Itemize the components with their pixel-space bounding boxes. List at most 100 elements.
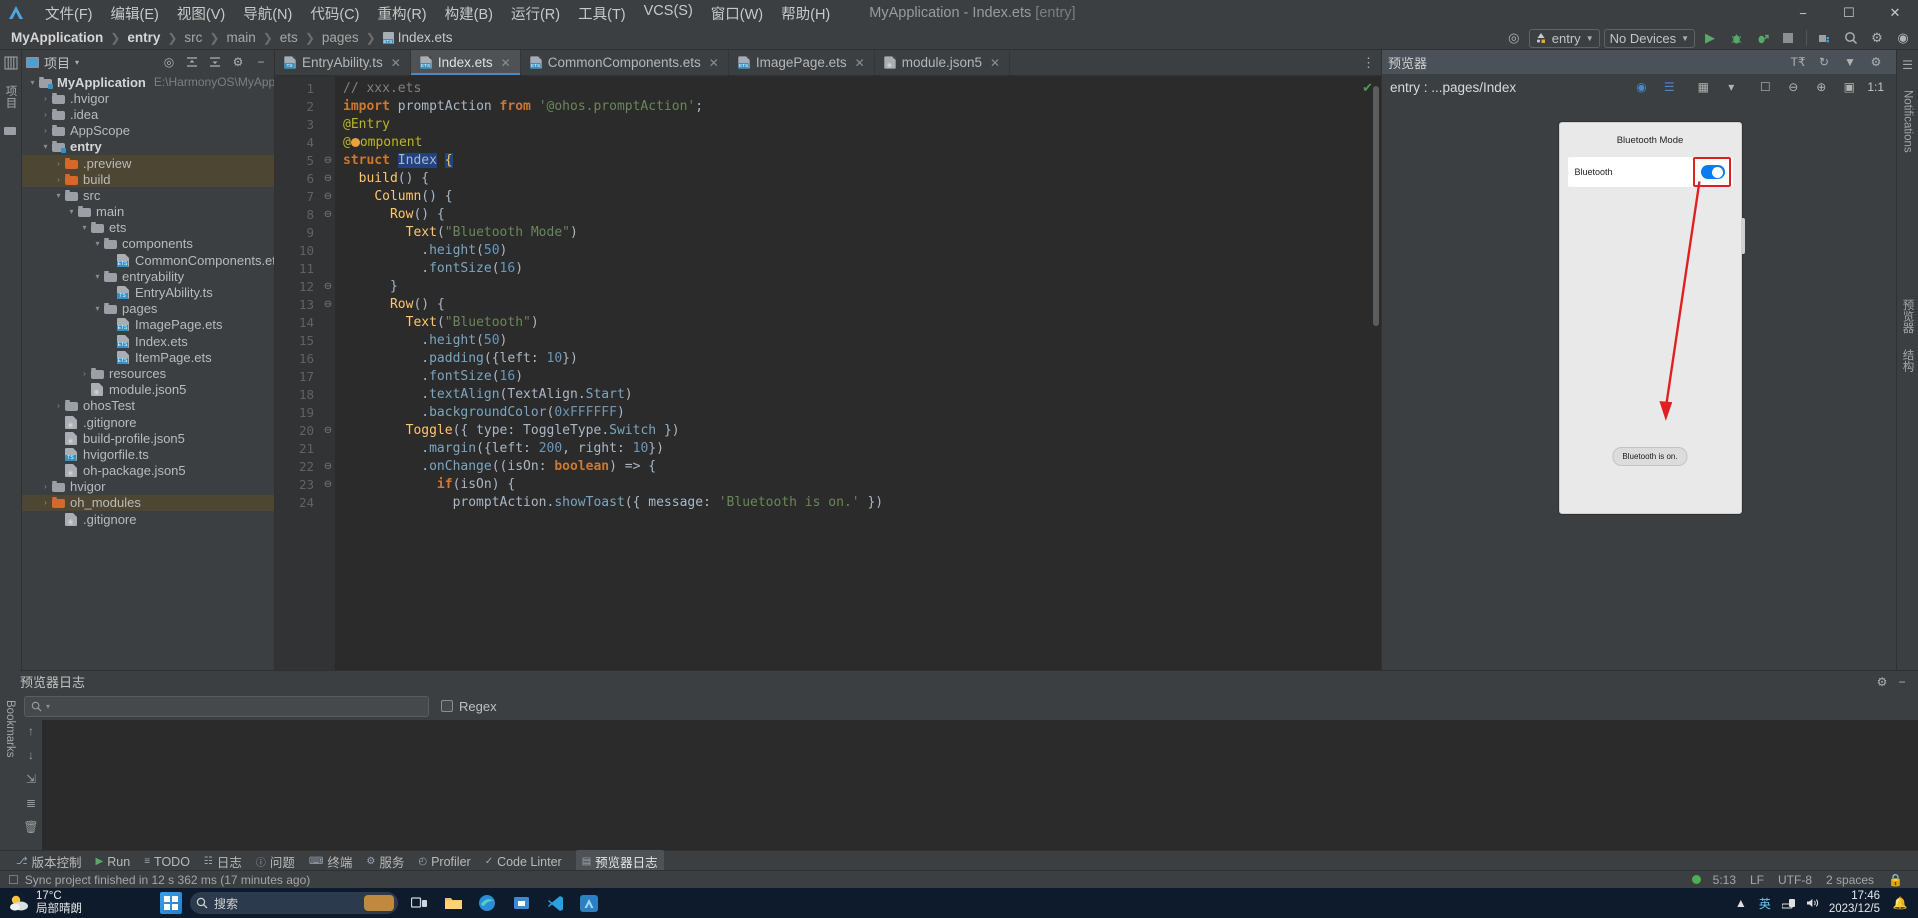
menu-item-6[interactable]: 构建(B) xyxy=(436,1,502,26)
filter-icon[interactable]: ▼ xyxy=(1840,53,1860,72)
chevron-up-icon[interactable]: ▲ xyxy=(1733,895,1749,911)
gear-icon[interactable]: ⚙ xyxy=(229,53,247,71)
tree-item-hvigorfile-ts[interactable]: TS hvigorfile.ts xyxy=(22,446,274,462)
task-view-icon[interactable] xyxy=(406,891,432,915)
debug-icon[interactable] xyxy=(1725,28,1747,48)
windows-start-icon[interactable] xyxy=(160,892,182,914)
tool-tab-服务[interactable]: ⚙ 服务 xyxy=(366,852,404,871)
code-line[interactable]: @Entry xyxy=(335,116,1381,134)
tool-tab-run[interactable]: ▶ Run xyxy=(96,855,131,869)
menu-item-1[interactable]: 编辑(E) xyxy=(102,1,168,26)
caret-position[interactable]: 5:13 xyxy=(1706,873,1743,887)
close-icon[interactable]: ✕ xyxy=(501,56,511,70)
tool-tab-todo[interactable]: ≡ TODO xyxy=(144,855,190,869)
code-line[interactable]: Text("Bluetooth Mode") xyxy=(335,224,1381,242)
log-output-area[interactable]: ↑ ↓ ⇲ ≣ 🗑 xyxy=(20,720,1918,850)
project-panel-title-group[interactable]: 项目 ▾ xyxy=(26,53,79,72)
code-line[interactable]: if(isOn) { xyxy=(335,476,1381,494)
right-strip-label-structure[interactable]: 结构 xyxy=(1900,349,1916,372)
fold-toggle-icon[interactable]: ⊖ xyxy=(321,458,335,476)
tree-item-src[interactable]: ▾ src xyxy=(22,187,274,203)
tree-item-myapplication[interactable]: ▾ MyApplication E:\HarmonyOS\MyApplicatio xyxy=(22,74,274,90)
expand-all-icon[interactable] xyxy=(183,53,201,71)
device-manager-icon[interactable] xyxy=(1814,28,1836,48)
code-line[interactable]: .backgroundColor(0xFFFFFF) xyxy=(335,404,1381,422)
tree-item-components[interactable]: ▾ components xyxy=(22,236,274,252)
more-vertical-icon[interactable]: ⋮ xyxy=(1362,50,1375,76)
tool-tab-终端[interactable]: ⌨ 终端 xyxy=(309,852,352,871)
chevron-down-icon[interactable]: ▾ xyxy=(26,78,39,87)
fold-toggle-icon[interactable]: ⊖ xyxy=(321,170,335,188)
run-icon[interactable]: ▶ xyxy=(1699,28,1721,48)
minimize-window-button[interactable]: − xyxy=(1780,0,1826,26)
target-icon[interactable]: ◎ xyxy=(1503,28,1525,48)
menu-item-4[interactable]: 代码(C) xyxy=(301,1,368,26)
code-line[interactable]: } xyxy=(335,278,1381,296)
code-line[interactable]: struct Index { xyxy=(335,152,1381,170)
code-line[interactable]: @ omponent xyxy=(335,134,1381,152)
tool-tab-版本控制[interactable]: ⎇ 版本控制 xyxy=(16,852,82,871)
fold-toggle-icon[interactable]: ⊖ xyxy=(321,206,335,224)
tree-item-resources[interactable]: › resources xyxy=(22,365,274,381)
code-line[interactable]: import promptAction from '@ohos.promptAc… xyxy=(335,98,1381,116)
line-separator[interactable]: LF xyxy=(1743,873,1771,887)
volume-icon[interactable] xyxy=(1805,895,1821,911)
breadcrumb-item-6[interactable]: ETS Index.ets xyxy=(380,30,456,45)
zoom-out-icon[interactable]: ⊖ xyxy=(1783,78,1803,97)
tree-item-appscope[interactable]: › AppScope xyxy=(22,123,274,139)
fold-toggle-icon[interactable]: ⊖ xyxy=(321,476,335,494)
breadcrumb-item-4[interactable]: ets xyxy=(277,30,301,45)
chevron-down-icon[interactable]: ▾ xyxy=(91,304,104,313)
taskbar-search[interactable]: 搜索 xyxy=(190,892,398,914)
tree-item--gitignore[interactable]: ◉ .gitignore xyxy=(22,511,274,527)
code-line[interactable]: .onChange((isOn: boolean) => { xyxy=(335,458,1381,476)
chevron-down-icon[interactable]: ▾ xyxy=(78,223,91,232)
tool-tab-问题[interactable]: ⓘ 问题 xyxy=(256,852,295,871)
fit-icon[interactable]: ▣ xyxy=(1839,78,1859,97)
gear-icon[interactable]: ⚙ xyxy=(1872,673,1892,691)
breadcrumb-item-5[interactable]: pages xyxy=(319,30,362,45)
code-line[interactable]: Row() { xyxy=(335,296,1381,314)
tree-item-hvigor[interactable]: › hvigor xyxy=(22,479,274,495)
menu-item-10[interactable]: 窗口(W) xyxy=(702,1,772,26)
chevron-right-icon[interactable]: › xyxy=(39,482,52,491)
tree-item-entry[interactable]: ▾ entry xyxy=(22,139,274,155)
minimize-icon[interactable]: − xyxy=(1892,673,1912,691)
network-icon[interactable] xyxy=(1781,895,1797,911)
lock-icon[interactable]: 🔒 xyxy=(1881,873,1910,887)
tool-tab-日志[interactable]: ☷ 日志 xyxy=(204,852,242,871)
tool-tab-code-linter[interactable]: ✓ Code Linter xyxy=(485,855,562,869)
regex-checkbox-group[interactable]: Regex xyxy=(441,699,497,714)
code-line[interactable]: .height(50) xyxy=(335,242,1381,260)
breadcrumb-item-2[interactable]: src xyxy=(181,30,205,45)
tt-icon[interactable]: T₹ xyxy=(1788,53,1808,72)
tree-item-oh-package-json5[interactable]: ◉ oh-package.json5 xyxy=(22,463,274,479)
inspector-icon[interactable]: ◉ xyxy=(1631,78,1651,97)
account-icon[interactable]: ◉ xyxy=(1892,28,1914,48)
structure-tool-icon[interactable] xyxy=(2,122,20,140)
editor-tab-index-ets[interactable]: ETS Index.ets ✕ xyxy=(410,50,521,75)
edge-icon[interactable] xyxy=(474,891,500,915)
store-icon[interactable] xyxy=(508,891,534,915)
chevron-right-icon[interactable]: › xyxy=(52,401,65,410)
tree-item--gitignore[interactable]: ◉ .gitignore xyxy=(22,414,274,430)
trash-icon[interactable]: 🗑 xyxy=(23,820,38,834)
menu-item-8[interactable]: 工具(T) xyxy=(569,1,635,26)
file-explorer-icon[interactable] xyxy=(440,891,466,915)
editor-tab-imagepage-ets[interactable]: ETS ImagePage.ets ✕ xyxy=(729,50,875,75)
chevron-right-icon[interactable]: › xyxy=(39,94,52,103)
editor-tab-entryability-ts[interactable]: TS EntryAbility.ts ✕ xyxy=(275,50,411,75)
menu-item-3[interactable]: 导航(N) xyxy=(234,1,301,26)
menu-item-0[interactable]: 文件(F) xyxy=(36,1,102,26)
settings-icon[interactable]: ≣ xyxy=(26,796,36,810)
chevron-right-icon[interactable]: › xyxy=(39,126,52,135)
tree-item-oh-modules[interactable]: › oh_modules xyxy=(22,494,274,512)
fold-toggle-icon[interactable]: ⊖ xyxy=(321,296,335,314)
code-line[interactable]: .padding({left: 10}) xyxy=(335,350,1381,368)
code-line[interactable]: Toggle({ type: ToggleType.Switch }) xyxy=(335,422,1381,440)
dropdown-icon[interactable]: ▾ xyxy=(1721,78,1741,97)
taskbar-weather[interactable]: 17°C 局部晴朗 xyxy=(0,890,160,916)
tree-item--idea[interactable]: › .idea xyxy=(22,106,274,122)
menu-item-5[interactable]: 重构(R) xyxy=(368,1,435,26)
fold-toggle-icon[interactable]: ⊖ xyxy=(321,152,335,170)
